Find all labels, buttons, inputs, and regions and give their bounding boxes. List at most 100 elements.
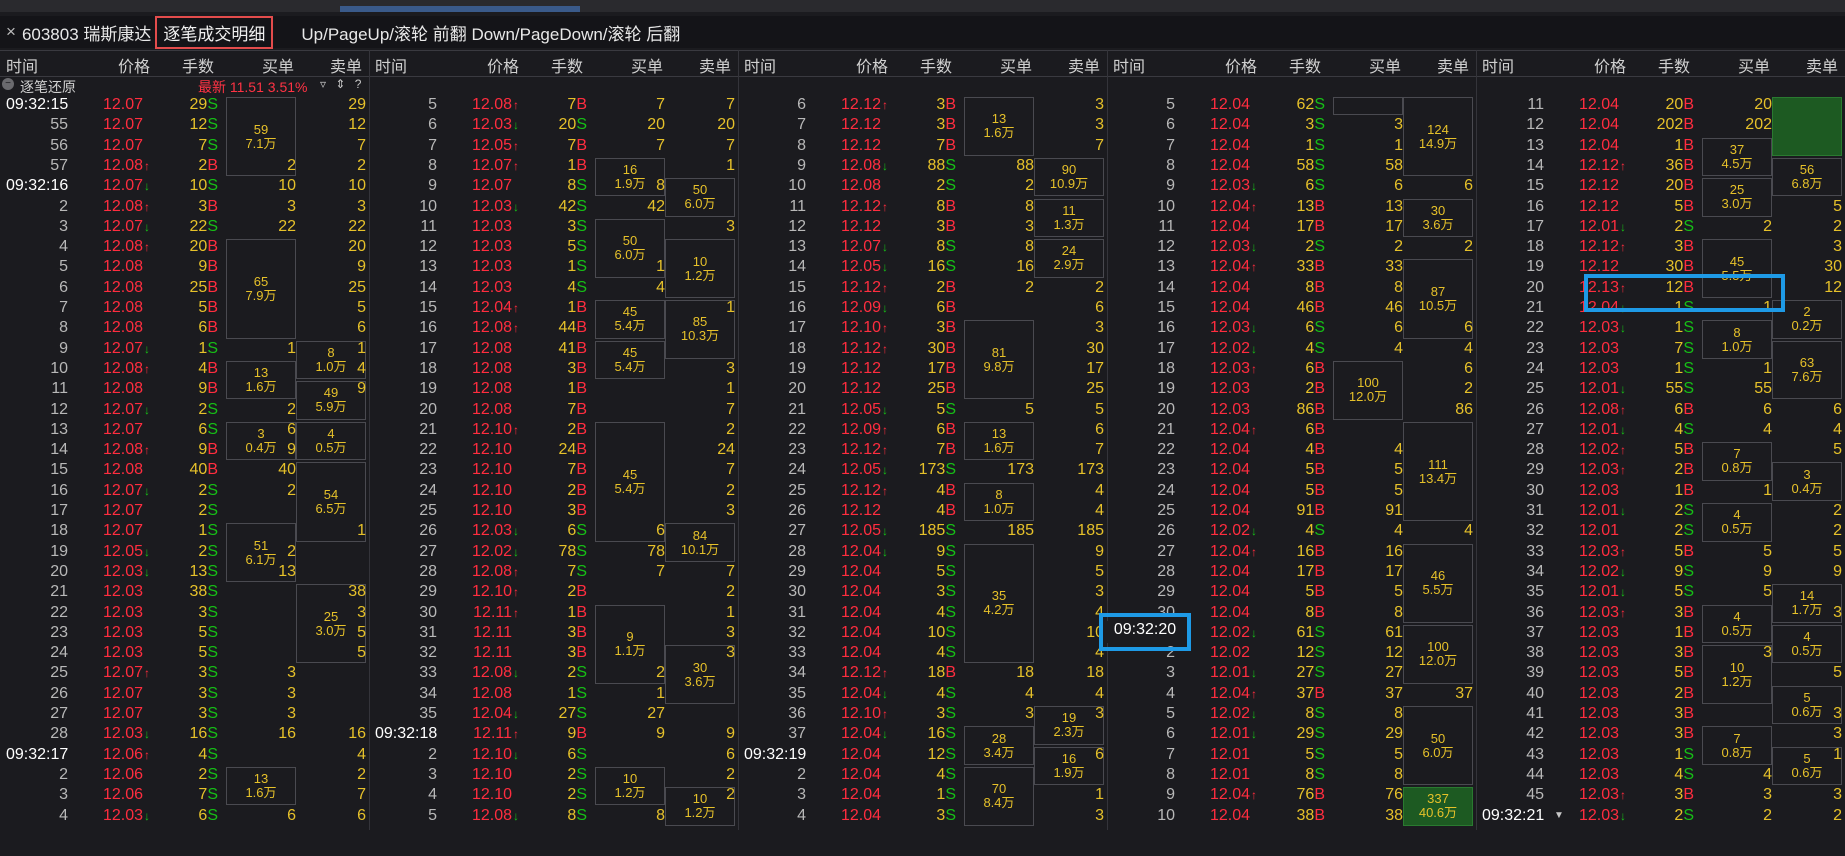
table-row[interactable]: 24 12.04 5B 5	[1107, 481, 1476, 501]
table-row[interactable]: 14 12.08↑ 9B 9	[0, 440, 369, 460]
table-row[interactable]: 57 12.08↑ 2B 2 2	[0, 156, 369, 176]
col-header-time[interactable]: 时间	[6, 53, 38, 77]
table-row[interactable]: 3 12.06 7S 7	[0, 785, 369, 805]
col-header-volume[interactable]: 手数	[1289, 53, 1321, 77]
table-row[interactable]: 18 12.08 3B 3	[369, 359, 738, 379]
table-row[interactable]: 27 12.04↑ 16B 16	[1107, 542, 1476, 562]
table-row[interactable]: 2 12.08↑ 3B 3 3	[0, 197, 369, 217]
table-row[interactable]: 43 12.03 1S 1	[1476, 745, 1845, 765]
dropdown-icon[interactable]: ▼	[1554, 810, 1564, 821]
table-row[interactable]: 9 12.07 8S 8	[369, 176, 738, 196]
table-row[interactable]: 22 12.03 3S 3	[0, 603, 369, 623]
table-row[interactable]: 8 12.04 58S 58	[1107, 156, 1476, 176]
table-row[interactable]: 18 12.03↑ 6B 6	[1107, 359, 1476, 379]
table-row[interactable]: 44 12.03 4S 4	[1476, 765, 1845, 785]
table-row[interactable]: 15 12.04↑ 1B 1	[369, 298, 738, 318]
table-row[interactable]: 24 12.03 5S 5	[0, 643, 369, 663]
table-row[interactable]: 37 12.04↓ 16S	[738, 724, 1107, 744]
col-header-buy[interactable]: 买单	[631, 53, 663, 77]
table-row[interactable]: 5 12.02↓ 8S 8	[1107, 704, 1476, 724]
table-row[interactable]: 10 12.08 2S 2	[738, 176, 1107, 196]
table-row[interactable]: 15 12.12 20B	[1476, 176, 1845, 196]
table-row[interactable]: 11 12.04 20B 20	[1476, 95, 1845, 115]
close-icon[interactable]: ×	[6, 22, 16, 42]
table-row[interactable]: 35 12.01↓ 5S 5	[1476, 582, 1845, 602]
table-row[interactable]: 7 12.12 3B 3	[738, 115, 1107, 135]
table-row[interactable]: 33 12.04 4S 4	[738, 643, 1107, 663]
table-row[interactable]: 16 12.07↓ 2S 2	[0, 481, 369, 501]
col-header-sell[interactable]: 卖单	[1806, 53, 1838, 77]
table-row[interactable]: 3 12.04 1S 1	[738, 785, 1107, 805]
table-row[interactable]: 37 12.03 1B	[1476, 623, 1845, 643]
table-row[interactable]: 11 12.08 9B 9	[0, 379, 369, 399]
table-row[interactable]: 13 12.04 1B	[1476, 136, 1845, 156]
col-header-price[interactable]: 价格	[118, 53, 150, 77]
table-row[interactable]: 10 12.08↑ 4B 4	[0, 359, 369, 379]
table-row[interactable]: 34 12.12↑ 18B 18 18	[738, 663, 1107, 683]
table-row[interactable]: 40 12.03 2B	[1476, 684, 1845, 704]
table-row[interactable]: 36 12.03↑ 3B 3	[1476, 603, 1845, 623]
col-header-sell[interactable]: 卖单	[699, 53, 731, 77]
table-row[interactable]: 17 12.01↓ 2S 2 2	[1476, 217, 1845, 237]
table-row[interactable]: 17 12.10↑ 3B 3	[738, 318, 1107, 338]
table-row[interactable]: 27 12.07 3S 3	[0, 704, 369, 724]
table-row[interactable]: 8 12.07↑ 1B 1	[369, 156, 738, 176]
table-row[interactable]: 13 12.03 1S 1	[369, 257, 738, 277]
table-row[interactable]: 27 12.02↓ 78S 78	[369, 542, 738, 562]
table-row[interactable]: 26 12.12 4B 4	[738, 501, 1107, 521]
table-row[interactable]: 29 12.03↑ 2B	[1476, 460, 1845, 480]
table-row[interactable]: 14 12.12↑ 36B	[1476, 156, 1845, 176]
col-header-time[interactable]: 时间	[744, 53, 776, 77]
col-header-price[interactable]: 价格	[856, 53, 888, 77]
table-row[interactable]: 26 12.03↓ 6S 6	[369, 521, 738, 541]
table-row[interactable]: 27 12.01↓ 4S 4 4	[1476, 420, 1845, 440]
table-row[interactable]: 25 12.04 91B 91	[1107, 501, 1476, 521]
table-row[interactable]: 2 12.10↓ 6S 6	[369, 745, 738, 765]
table-row[interactable]: 10 12.04 38B 38	[1107, 806, 1476, 826]
table-row[interactable]: 22 12.10 24B 24	[369, 440, 738, 460]
restore-label[interactable]: 逐笔还原	[20, 77, 76, 97]
table-row[interactable]: 26 12.02↓ 4S 4 4	[1107, 521, 1476, 541]
table-row[interactable]: 15 12.12↑ 2B 2 2	[738, 278, 1107, 298]
table-row[interactable]: 33 12.03↑ 5B 5 5	[1476, 542, 1845, 562]
table-row[interactable]: 24 12.03 1S 1	[1476, 359, 1845, 379]
table-row[interactable]: 26 12.08↑ 6B 6 6	[1476, 400, 1845, 420]
table-row[interactable]: 17 12.02↓ 4S 4 4	[1107, 339, 1476, 359]
table-row[interactable]: 6 12.01↓ 29S 29	[1107, 724, 1476, 744]
table-row[interactable]: 22 12.09↑ 6B 6	[738, 420, 1107, 440]
table-row[interactable]: 31 12.04 4S 4	[738, 603, 1107, 623]
table-row[interactable]: 35 12.04↓ 4S 4 4	[738, 684, 1107, 704]
table-row[interactable]: 4 12.04↑ 37B 37 37	[1107, 684, 1476, 704]
table-row[interactable]: 16 12.08↑ 44B	[369, 318, 738, 338]
col-header-time[interactable]: 时间	[375, 53, 407, 77]
table-row[interactable]: 18 12.12↑ 3B 3	[1476, 237, 1845, 257]
table-row[interactable]: 4 12.04 3S 3	[738, 806, 1107, 826]
table-row[interactable]: 56 12.07 7S 7	[0, 136, 369, 156]
table-row[interactable]: 7 12.01 5S 5	[1107, 745, 1476, 765]
table-row[interactable]: 14 12.05↓ 16S 16	[738, 257, 1107, 277]
table-row[interactable]: 09:32:15 12.07 29S 29	[0, 95, 369, 115]
table-row[interactable]: 09:32:19 12.04 12S 6	[738, 745, 1107, 765]
col-header-sell[interactable]: 卖单	[1437, 53, 1469, 77]
table-row[interactable]: 9 12.04↑ 76B 76	[1107, 785, 1476, 805]
table-row[interactable]: 12 12.07↓ 2S 2	[0, 400, 369, 420]
table-row[interactable]: 09:32:18 12.11↑ 9B 9 9	[369, 724, 738, 744]
table-row[interactable]: 8 12.01 8S 8	[1107, 765, 1476, 785]
table-row[interactable]: 2 12.06 2S 2	[0, 765, 369, 785]
table-row[interactable]: 23 12.03 7S	[1476, 339, 1845, 359]
table-row[interactable]: 14 12.03 4S 4	[369, 278, 738, 298]
table-row[interactable]: 12 12.04 202B 202	[1476, 115, 1845, 135]
col-header-sell[interactable]: 卖单	[330, 53, 362, 77]
table-row[interactable]: 14 12.04 8B 8	[1107, 278, 1476, 298]
table-row[interactable]: 17 12.08 41B	[369, 339, 738, 359]
table-row[interactable]: 15 12.04 46B 46	[1107, 298, 1476, 318]
table-row[interactable]: 32 12.11 3B 3	[369, 643, 738, 663]
table-row[interactable]: 29 12.10↑ 2B 2	[369, 582, 738, 602]
col-header-price[interactable]: 价格	[1225, 53, 1257, 77]
table-row[interactable]: 19 12.12 17B 17	[738, 359, 1107, 379]
table-row[interactable]: 24 12.10 2B 2	[369, 481, 738, 501]
table-row[interactable]: 7 12.08 5B 5	[0, 298, 369, 318]
table-row[interactable]: 25 12.07↑ 3S 3	[0, 663, 369, 683]
table-row[interactable]: 23 12.04 5B 5	[1107, 460, 1476, 480]
table-row[interactable]: 8 12.08 6B 6	[0, 318, 369, 338]
